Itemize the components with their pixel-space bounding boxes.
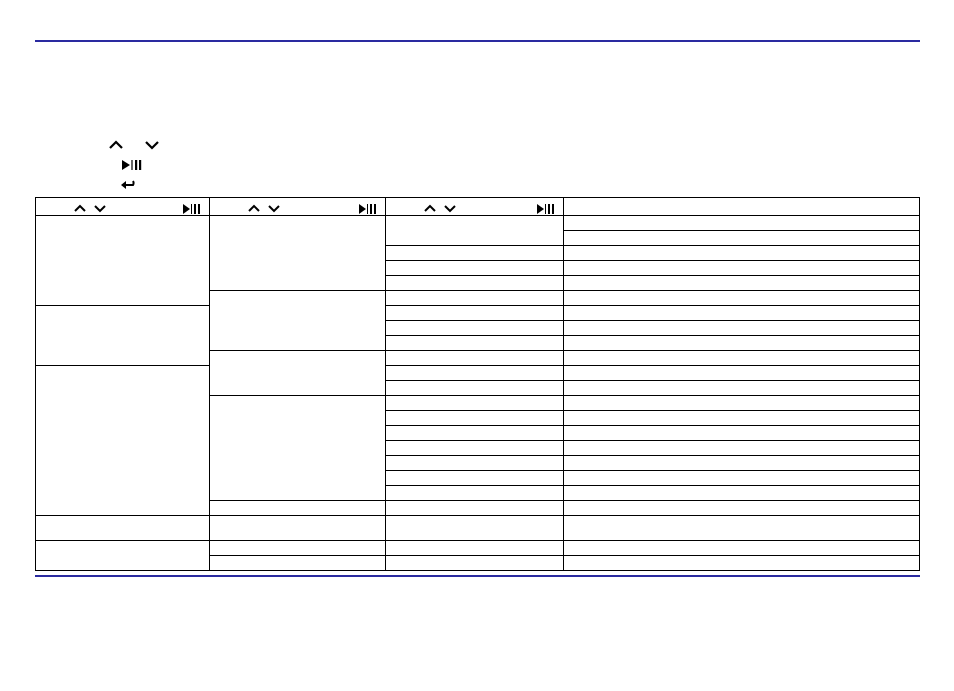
chevron-down-icon: [94, 200, 106, 218]
menu-cell: [564, 516, 920, 541]
menu-cell: [210, 556, 386, 571]
menu-cell: [386, 556, 564, 571]
menu-cell: [36, 306, 210, 366]
chevron-up-icon: [74, 200, 86, 218]
menu-cell: [564, 231, 920, 246]
menu-cell: [386, 396, 564, 411]
menu-cell: [564, 381, 920, 396]
menu-cell: [564, 261, 920, 276]
menu-cell: [386, 246, 564, 261]
chevron-down-icon: [144, 137, 158, 147]
header-cell-4: [564, 198, 920, 216]
menu-cell: [210, 291, 386, 351]
menu-cell: [564, 366, 920, 381]
menu-cell: [564, 456, 920, 471]
icon-row-2: [122, 158, 142, 176]
menu-cell: [36, 216, 210, 306]
menu-cell: [386, 366, 564, 381]
menu-cell: [386, 261, 564, 276]
menu-cell: [36, 366, 210, 516]
header-cell-2: [210, 198, 386, 216]
menu-cell: [564, 411, 920, 426]
back-icon: [120, 178, 138, 195]
menu-cell: [564, 246, 920, 261]
menu-cell: [564, 216, 920, 231]
header-cell-1: [36, 198, 210, 216]
menu-cell: [386, 541, 564, 556]
table-header-row: [36, 198, 920, 216]
menu-cell: [386, 471, 564, 486]
play-pause-icon: [183, 201, 201, 219]
menu-cell: [564, 471, 920, 486]
menu-cell: [210, 541, 386, 556]
menu-cell: [564, 351, 920, 366]
menu-cell: [564, 556, 920, 571]
menu-cell: [386, 411, 564, 426]
menu-cell: [210, 501, 386, 516]
chevron-down-icon: [268, 200, 280, 218]
menu-table: [35, 197, 920, 571]
play-pause-icon: [359, 201, 377, 219]
menu-cell: [210, 396, 386, 501]
menu-cell: [564, 486, 920, 501]
menu-cell: [386, 516, 564, 541]
menu-cell: [386, 276, 564, 291]
icon-row-3: [120, 178, 138, 196]
menu-cell: [36, 541, 210, 571]
menu-cell: [564, 426, 920, 441]
menu-cell: [386, 291, 564, 306]
menu-cell: [210, 516, 386, 541]
play-pause-icon: [537, 201, 555, 219]
icon-row-1: [108, 137, 158, 147]
chevron-up-icon: [248, 200, 260, 218]
menu-cell: [564, 291, 920, 306]
menu-cell: [564, 276, 920, 291]
menu-cell: [210, 351, 386, 396]
chevron-down-icon: [444, 200, 456, 218]
menu-cell: [564, 501, 920, 516]
menu-cell: [386, 381, 564, 396]
menu-cell: [564, 321, 920, 336]
header-area: [35, 42, 920, 197]
menu-cell: [36, 516, 210, 541]
play-pause-icon: [122, 158, 142, 175]
chevron-up-icon: [424, 200, 436, 218]
header-cell-3: [386, 198, 564, 216]
menu-cell: [210, 216, 386, 291]
menu-cell: [386, 321, 564, 336]
menu-cell: [386, 216, 564, 246]
chevron-up-icon: [108, 137, 122, 147]
menu-cell: [564, 336, 920, 351]
menu-cell: [564, 541, 920, 556]
menu-cell: [386, 351, 564, 366]
menu-cell: [386, 306, 564, 321]
menu-cell: [386, 336, 564, 351]
menu-cell: [386, 486, 564, 501]
bottom-horizontal-rule: [35, 575, 920, 577]
menu-cell: [564, 441, 920, 456]
menu-cell: [564, 306, 920, 321]
menu-cell: [386, 501, 564, 516]
menu-cell: [564, 396, 920, 411]
menu-cell: [386, 426, 564, 441]
menu-cell: [386, 441, 564, 456]
menu-cell: [386, 456, 564, 471]
